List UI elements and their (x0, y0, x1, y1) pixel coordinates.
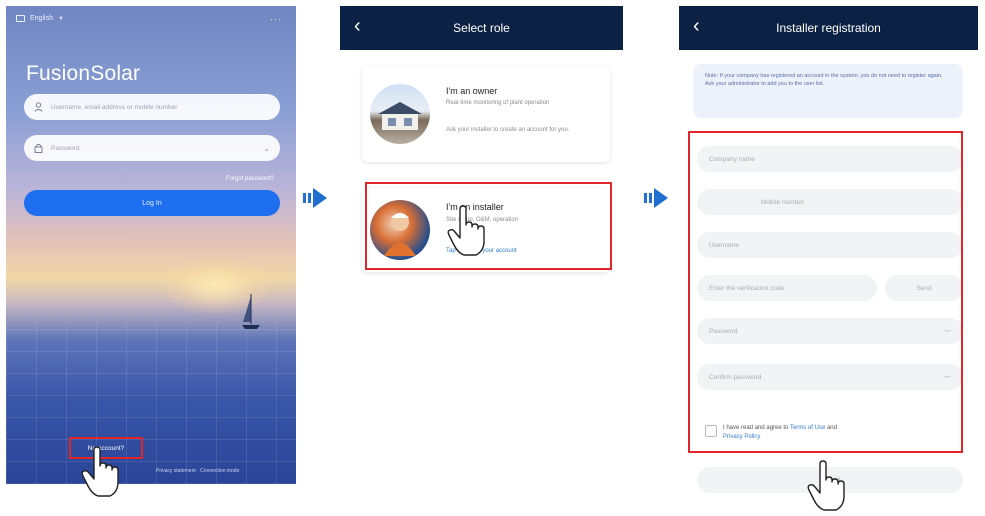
tutorial-stage: English ▼ ··· FusionSolar Username, emai… (0, 0, 985, 516)
language-selector[interactable]: English ▼ (16, 15, 64, 22)
owner-description: Real-time monitoring of plant operation (446, 100, 550, 106)
title-bar: ‹ Installer registration (679, 6, 978, 50)
login-screen: English ▼ ··· FusionSolar Username, emai… (6, 6, 296, 484)
registration-form-highlight (688, 131, 963, 453)
hand-pointer-icon (807, 460, 845, 511)
privacy-link[interactable]: Privacy statement · Connection mode (156, 468, 239, 474)
owner-house-image (370, 84, 430, 144)
installer-highlight (365, 182, 612, 270)
hand-pointer-icon (447, 205, 485, 256)
more-menu-icon[interactable]: ··· (270, 14, 282, 24)
title-bar: ‹ Select role (340, 6, 623, 50)
language-label: English (30, 15, 53, 22)
user-icon (34, 102, 43, 112)
username-input[interactable]: Username, email address or mobile number (24, 94, 280, 120)
page-title: Installer registration (776, 21, 881, 35)
language-icon (16, 15, 25, 22)
page-title: Select role (453, 21, 510, 35)
lock-icon (34, 143, 43, 153)
solar-panel-field (6, 324, 296, 484)
forgot-password-link[interactable]: Forgot password? (226, 176, 274, 182)
hand-pointer-icon (81, 446, 119, 497)
registration-note: Note: If your company has registered an … (693, 64, 963, 118)
username-placeholder: Username, email address or mobile number (51, 103, 178, 111)
password-input[interactable]: Password ⌄ (24, 135, 280, 161)
next-arrow-icon (303, 188, 327, 208)
owner-role-card[interactable]: I'm an owner Real-time monitoring of pla… (362, 66, 610, 162)
back-icon[interactable]: ‹ (354, 15, 361, 38)
owner-title: I'm an owner (446, 86, 498, 96)
app-title: FusionSolar (26, 62, 141, 85)
next-arrow-icon (644, 188, 668, 208)
login-button[interactable]: Log In (24, 190, 280, 216)
sailboat-icon (242, 294, 260, 329)
owner-note: Ask your installer to create an account … (446, 127, 570, 133)
back-icon[interactable]: ‹ (693, 15, 700, 38)
chevron-down-icon[interactable]: ⌄ (263, 144, 270, 153)
chevron-down-icon: ▼ (57, 15, 64, 22)
password-placeholder: Password (51, 144, 80, 152)
